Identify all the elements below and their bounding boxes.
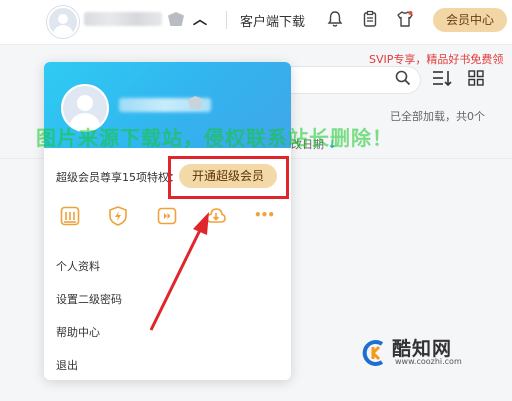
chevron-up-icon[interactable]: ︿ [193, 9, 207, 29]
brand-logo-icon [362, 340, 384, 366]
cloud-download-icon[interactable] [205, 205, 227, 227]
menu-item-help-center[interactable]: 帮助中心 [56, 324, 100, 340]
panel-avatar[interactable] [61, 84, 109, 132]
brand-url: www.coozhi.com [395, 357, 462, 366]
sort-down-arrow-icon: ↓ [327, 138, 337, 151]
vip-shield-icon [168, 12, 184, 26]
book-icon[interactable] [59, 205, 81, 227]
user-avatar[interactable] [47, 6, 79, 38]
bell-icon[interactable] [326, 10, 344, 28]
client-download-link[interactable]: 客户端下载 [240, 11, 305, 30]
menu-item-logout[interactable]: 退出 [56, 357, 78, 373]
highlight-box [168, 156, 289, 199]
menu-item-profile[interactable]: 个人资料 [56, 258, 100, 274]
benefit-text: 超级会员尊享15项特权： [56, 171, 180, 184]
video-play-icon[interactable] [156, 205, 178, 227]
grid-view-icon[interactable] [468, 70, 484, 86]
svip-promo-link[interactable]: SVIP专享，精品好书免费领 [369, 51, 503, 67]
username-blurred[interactable] [84, 12, 162, 26]
date-column-label: 改日期 [291, 138, 324, 151]
top-bar: ︿ 客户端下载 会员中心 [0, 0, 512, 45]
more-icon[interactable]: ••• [254, 208, 276, 230]
vip-center-button[interactable]: 会员中心 [433, 8, 507, 32]
menu-item-secondary-password[interactable]: 设置二级密码 [56, 291, 122, 307]
panel-header [44, 62, 291, 148]
loaded-count-text: 已全部加载，共0个 [390, 110, 485, 123]
shirt-skin-icon[interactable] [396, 10, 414, 28]
user-dropdown-panel: 超级会员尊享15项特权： 开通超级会员 ••• 个人资料 设置二级密码 帮助中心… [44, 62, 291, 380]
divider [226, 11, 227, 29]
sort-icon[interactable] [431, 69, 453, 87]
clipboard-icon[interactable] [361, 10, 379, 28]
date-column-header[interactable]: 改日期 ↓ [291, 136, 337, 152]
search-icon[interactable] [395, 70, 411, 86]
speed-shield-icon[interactable] [107, 205, 129, 227]
